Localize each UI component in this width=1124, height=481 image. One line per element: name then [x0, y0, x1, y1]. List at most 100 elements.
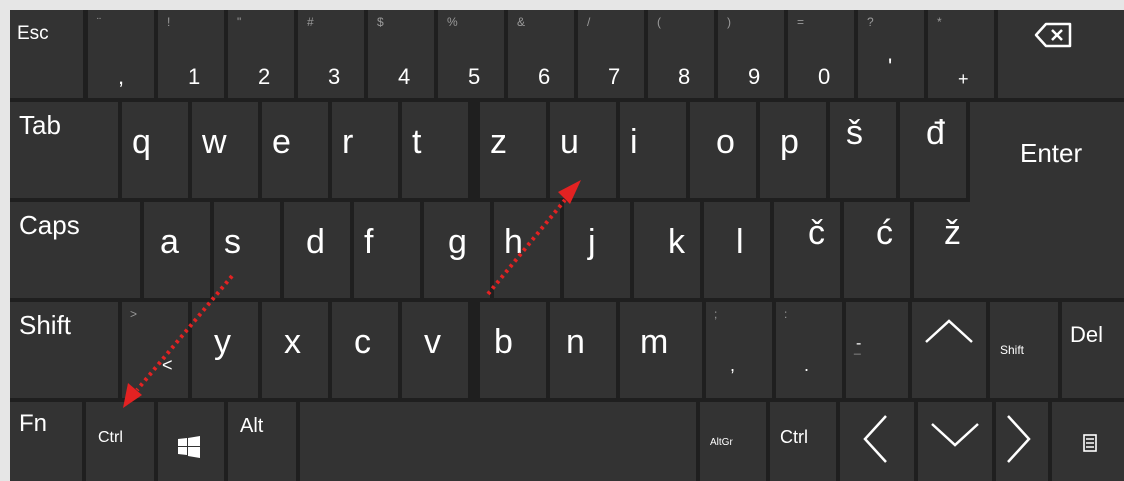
- key-label: y: [214, 323, 231, 361]
- key-4[interactable]: $ 4: [368, 10, 434, 98]
- key-period-colon[interactable]: : .: [776, 302, 842, 398]
- key-backspace[interactable]: [998, 10, 1124, 98]
- key-arrow-up[interactable]: [912, 302, 986, 398]
- key-label: r: [342, 123, 354, 161]
- key-label: .: [804, 355, 810, 375]
- key-t[interactable]: t: [402, 102, 468, 198]
- key-label: e: [272, 123, 291, 161]
- key-sec-label: =: [797, 15, 805, 29]
- key-v[interactable]: v: [402, 302, 468, 398]
- key-spacebar[interactable]: [300, 402, 696, 481]
- key-label: z: [490, 123, 507, 161]
- key-arrow-left[interactable]: [840, 402, 914, 481]
- key-apostrophe[interactable]: ? ': [858, 10, 924, 98]
- key-d[interactable]: d: [284, 202, 350, 298]
- chevron-down-icon: [931, 423, 979, 447]
- key-c-caron[interactable]: č: [774, 202, 840, 298]
- key-comma[interactable]: ¨ ,: [88, 10, 154, 98]
- key-b[interactable]: b: [480, 302, 546, 398]
- key-label: j: [588, 223, 596, 261]
- key-tab[interactable]: Tab: [10, 102, 118, 198]
- key-q[interactable]: q: [122, 102, 188, 198]
- key-shift-left[interactable]: Shift: [10, 302, 118, 398]
- key-1[interactable]: ! 1: [158, 10, 224, 98]
- key-label: <: [162, 355, 173, 375]
- key-sec-label: ): [727, 15, 731, 29]
- key-label: x: [284, 323, 301, 361]
- key-c-acute[interactable]: ć: [844, 202, 910, 298]
- key-a[interactable]: a: [144, 202, 210, 298]
- key-fn[interactable]: Fn: [10, 402, 82, 481]
- key-0[interactable]: = 0: [788, 10, 854, 98]
- chevron-up-icon: [925, 319, 973, 343]
- key-arrow-right[interactable]: [996, 402, 1048, 481]
- key-x[interactable]: x: [262, 302, 328, 398]
- key-y[interactable]: y: [192, 302, 258, 398]
- key-z-caron[interactable]: ž: [914, 202, 1006, 298]
- key-h[interactable]: h: [494, 202, 560, 298]
- key-s-caron[interactable]: š: [830, 102, 896, 198]
- key-c[interactable]: c: [332, 302, 398, 398]
- key-label: 6: [538, 64, 551, 89]
- key-sec-label: #: [307, 15, 314, 29]
- key-3[interactable]: # 3: [298, 10, 364, 98]
- key-g[interactable]: g: [424, 202, 490, 298]
- key-n[interactable]: n: [550, 302, 616, 398]
- key-label: k: [668, 223, 685, 261]
- key-label: 0: [818, 64, 831, 89]
- key-sec-label: !: [167, 15, 171, 29]
- key-label: AltGr: [710, 437, 733, 448]
- key-label: š: [846, 114, 863, 152]
- key-sec-label: ¨: [97, 15, 101, 29]
- key-esc[interactable]: Esc: [10, 10, 83, 98]
- key-j[interactable]: j: [564, 202, 630, 298]
- key-5[interactable]: % 5: [438, 10, 504, 98]
- key-7[interactable]: / 7: [578, 10, 644, 98]
- key-windows[interactable]: [158, 402, 224, 481]
- key-k[interactable]: k: [634, 202, 700, 298]
- key-u[interactable]: u: [550, 102, 616, 198]
- key-label: b: [494, 323, 513, 361]
- key-plus[interactable]: * +: [928, 10, 994, 98]
- key-f[interactable]: f: [354, 202, 420, 298]
- key-s[interactable]: s: [214, 202, 280, 298]
- key-o[interactable]: o: [690, 102, 756, 198]
- key-label: Del: [1070, 322, 1104, 347]
- key-label: đ: [926, 114, 945, 152]
- key-angle-bracket[interactable]: > <: [122, 302, 188, 398]
- key-label: 5: [468, 64, 481, 89]
- key-8[interactable]: ( 8: [648, 10, 714, 98]
- key-z[interactable]: z: [480, 102, 546, 198]
- key-2[interactable]: " 2: [228, 10, 294, 98]
- key-label: Shift: [1000, 343, 1025, 357]
- key-w[interactable]: w: [192, 102, 258, 198]
- key-label: ć: [876, 214, 893, 252]
- key-l[interactable]: l: [704, 202, 770, 298]
- key-e[interactable]: e: [262, 102, 328, 198]
- key-p[interactable]: p: [760, 102, 826, 198]
- key-9[interactable]: ) 9: [718, 10, 784, 98]
- key-alt[interactable]: Alt: [228, 402, 296, 481]
- key-6[interactable]: & 6: [508, 10, 574, 98]
- keyboard-menu-icon: [1083, 434, 1097, 452]
- key-ctrl-right[interactable]: Ctrl: [770, 402, 836, 481]
- key-shift-right[interactable]: Shift: [990, 302, 1058, 398]
- key-label: a: [160, 223, 179, 261]
- chevron-left-icon: [863, 415, 887, 463]
- key-delete[interactable]: Del: [1062, 302, 1124, 398]
- key-comma-semicolon[interactable]: ; ,: [706, 302, 772, 398]
- key-i[interactable]: i: [620, 102, 686, 198]
- key-arrow-down[interactable]: [918, 402, 992, 481]
- key-ctrl-left[interactable]: Ctrl: [86, 402, 154, 481]
- key-label: 1: [188, 64, 201, 89]
- key-m[interactable]: m: [620, 302, 702, 398]
- key-keyboard-settings[interactable]: [1052, 402, 1124, 481]
- key-minus-underscore[interactable]: _ -: [846, 302, 908, 398]
- key-r[interactable]: r: [332, 102, 398, 198]
- key-d-stroke[interactable]: đ: [900, 102, 966, 198]
- key-label: -: [856, 335, 862, 352]
- key-label: 2: [258, 64, 271, 89]
- key-sec-label: ?: [867, 15, 874, 29]
- key-caps[interactable]: Caps: [10, 202, 140, 298]
- key-altgr[interactable]: AltGr: [700, 402, 766, 481]
